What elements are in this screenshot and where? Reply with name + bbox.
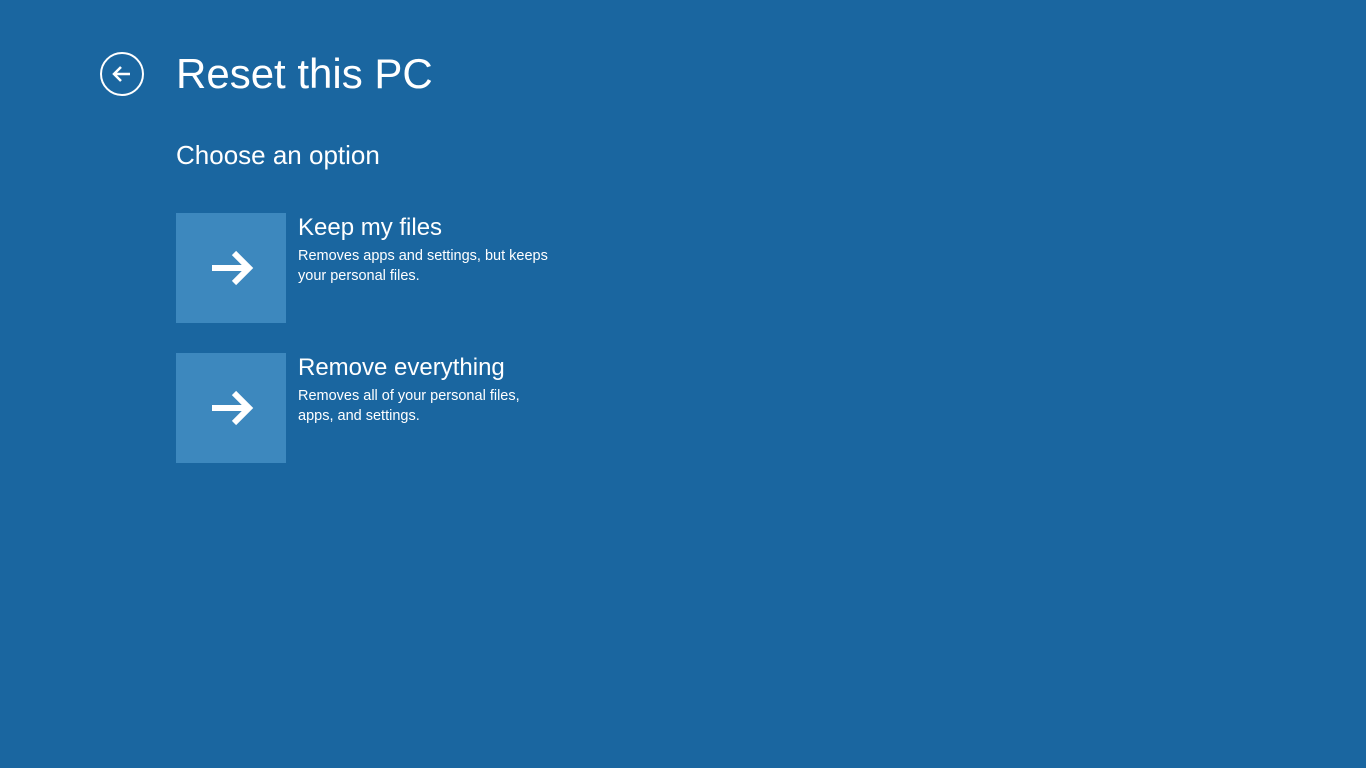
subtitle: Choose an option: [176, 140, 566, 171]
arrow-right-icon: [176, 353, 286, 463]
option-description: Removes all of your personal files, apps…: [298, 387, 553, 426]
option-description: Removes apps and settings, but keeps you…: [298, 247, 553, 286]
arrow-right-icon: [176, 213, 286, 323]
option-title: Keep my files: [298, 215, 553, 241]
option-title: Remove everything: [298, 355, 553, 381]
option-remove-everything[interactable]: Remove everything Removes all of your pe…: [176, 353, 566, 463]
back-arrow-icon: [110, 62, 134, 86]
option-keep-my-files[interactable]: Keep my files Removes apps and settings,…: [176, 213, 566, 323]
back-button[interactable]: [100, 52, 144, 96]
page-title: Reset this PC: [176, 50, 433, 98]
